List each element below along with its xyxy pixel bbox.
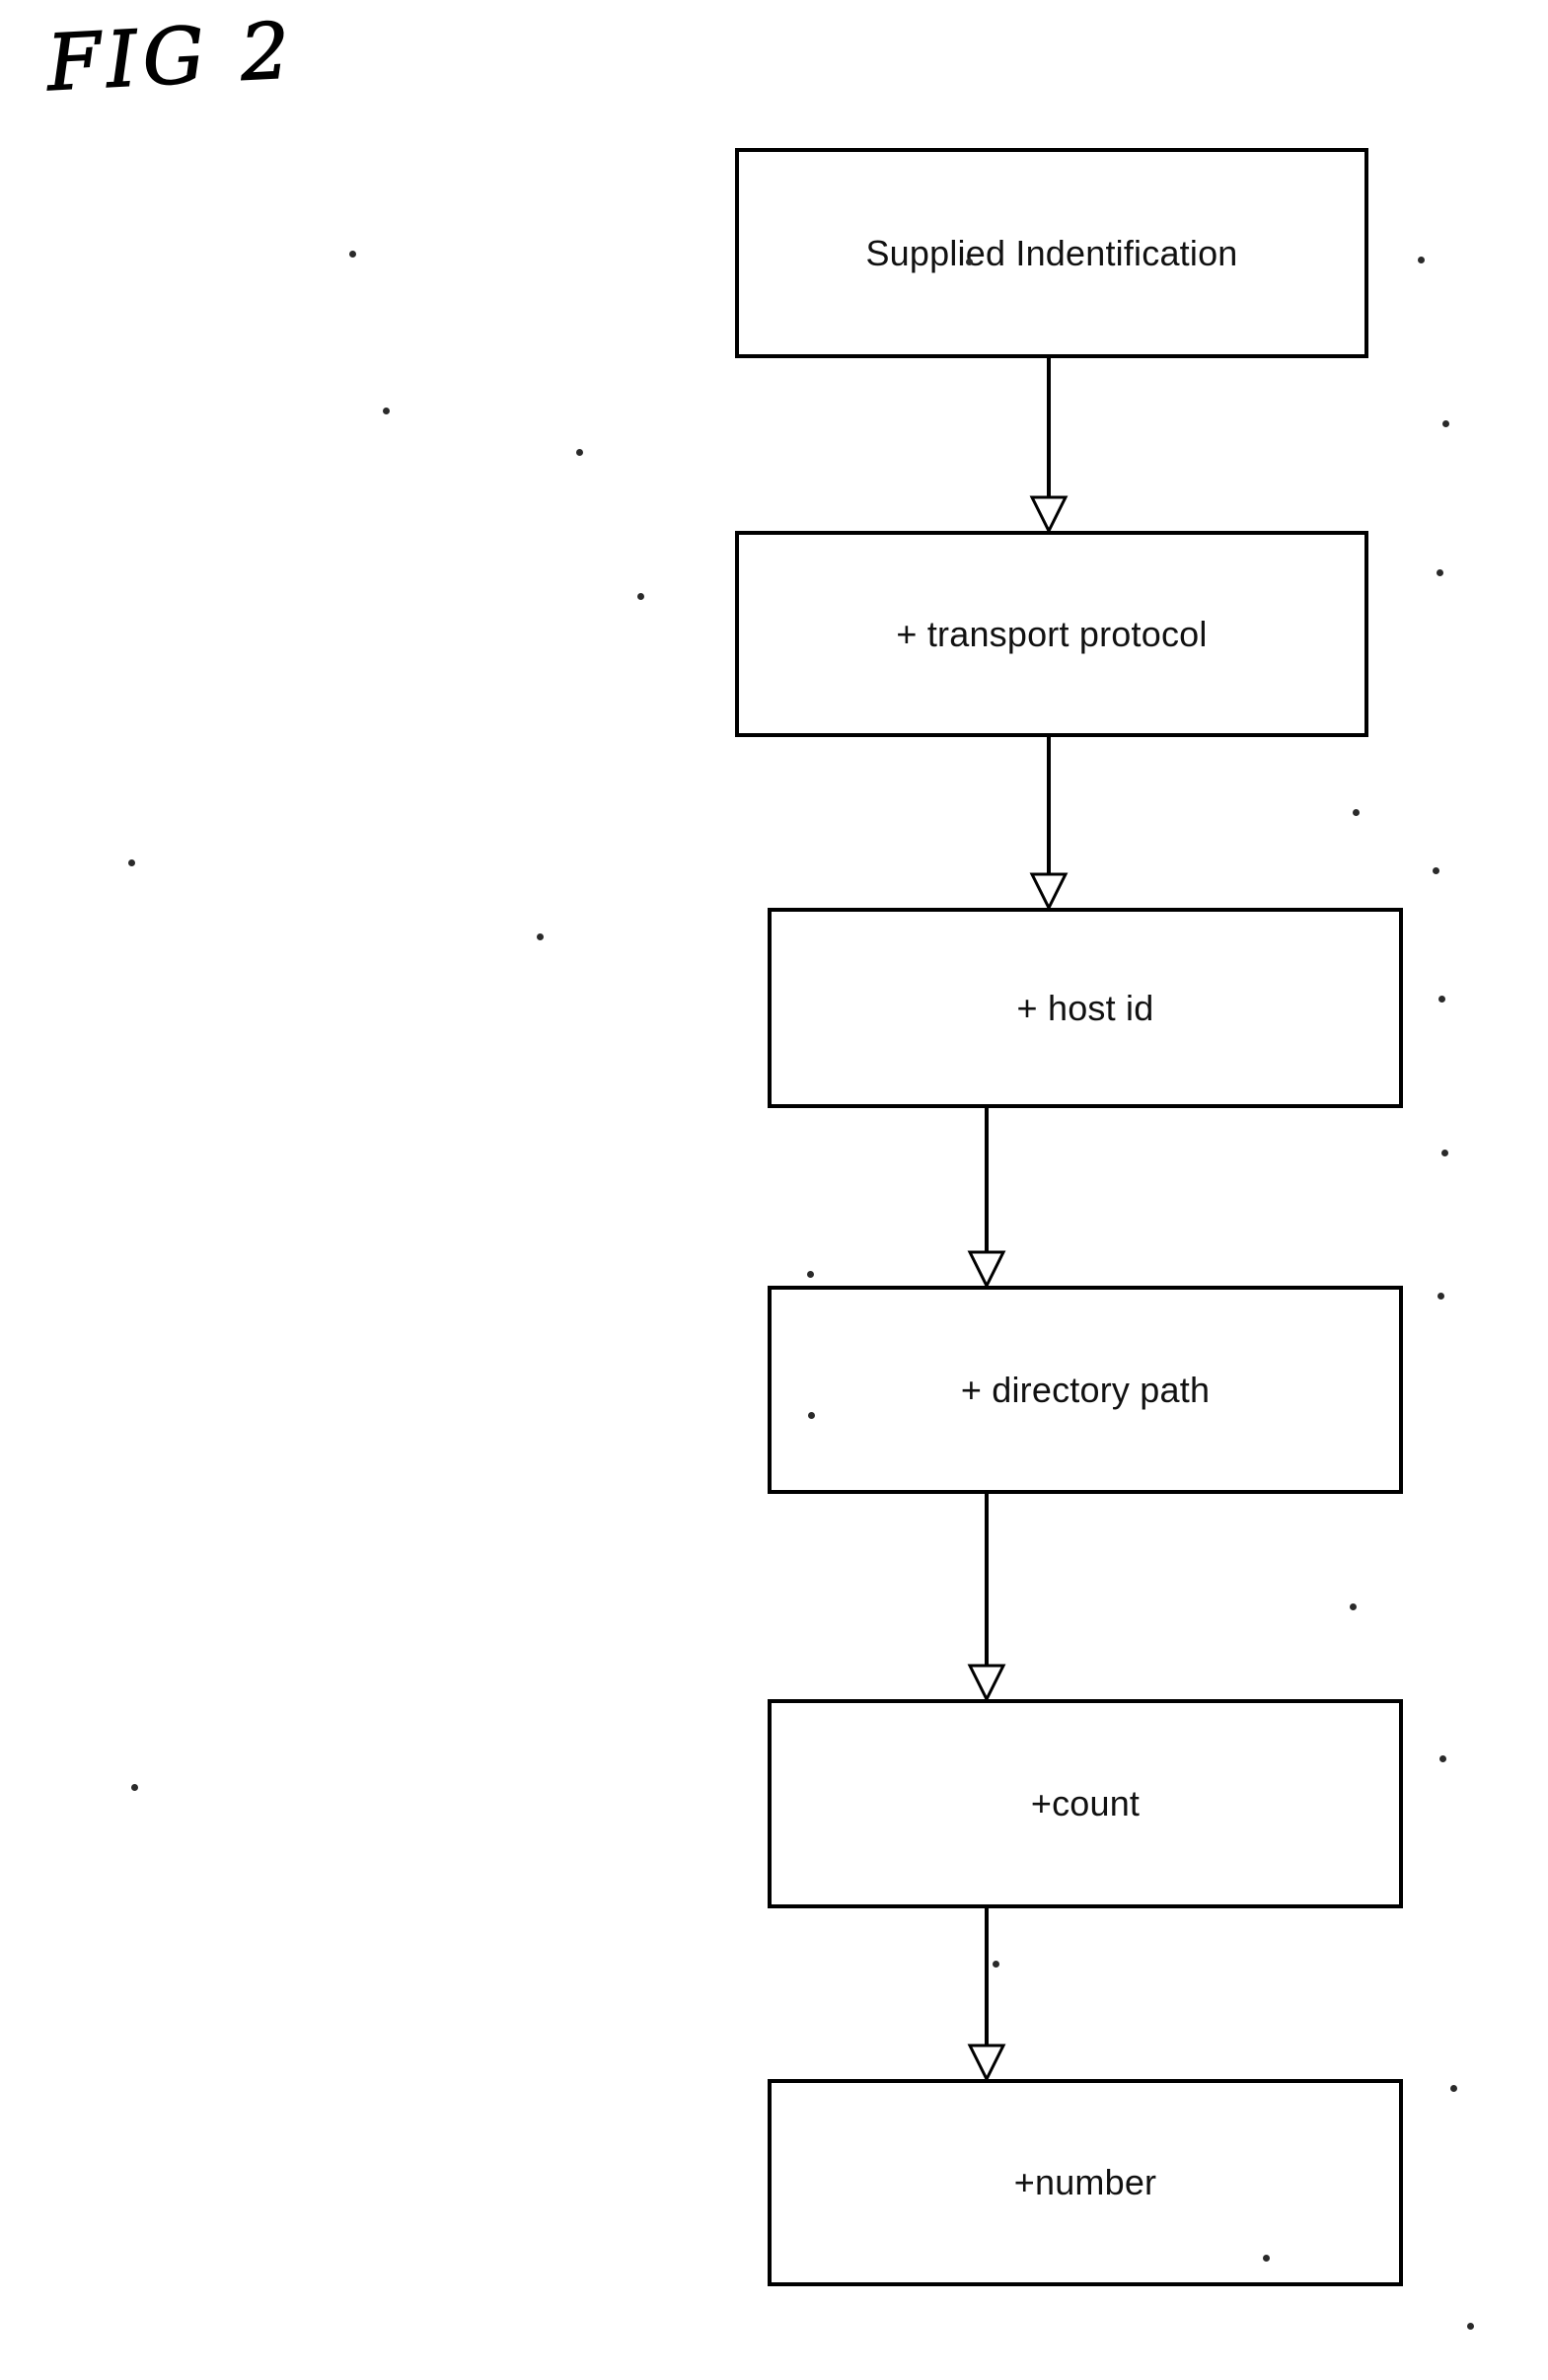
scan-speck xyxy=(1441,1150,1448,1156)
flow-node-directory-path[interactable]: + directory path xyxy=(768,1286,1403,1494)
arrow-graphic xyxy=(967,1108,1006,1290)
scan-speck xyxy=(993,1961,999,1968)
flow-arrow-3 xyxy=(966,1108,1007,1290)
scan-speck xyxy=(1418,257,1425,263)
figure-page: FIG 2 Supplied Indentification + transpo… xyxy=(0,0,1548,2380)
scan-speck xyxy=(1439,1755,1446,1762)
scan-speck xyxy=(1442,420,1449,427)
scan-speck xyxy=(1437,1293,1444,1300)
flow-node-label: + transport protocol xyxy=(896,613,1208,654)
flow-node-label: + host id xyxy=(1016,987,1154,1028)
flow-node-transport-protocol[interactable]: + transport protocol xyxy=(735,531,1368,737)
flow-node-host-id[interactable]: + host id xyxy=(768,908,1403,1108)
arrow-graphic xyxy=(1029,358,1069,535)
scan-speck xyxy=(807,1271,814,1278)
scan-speck xyxy=(1263,2255,1270,2262)
scan-speck xyxy=(128,859,135,866)
flow-node-count[interactable]: +count xyxy=(768,1699,1403,1908)
arrow-graphic xyxy=(967,1494,1006,1703)
flow-node-label: + directory path xyxy=(960,1369,1211,1410)
scan-speck xyxy=(1438,996,1445,1003)
flow-arrow-2 xyxy=(1028,737,1069,912)
scan-speck xyxy=(131,1784,138,1791)
flow-arrow-1 xyxy=(1028,358,1069,535)
figure-caption-handwritten: FIG 2 xyxy=(44,6,299,110)
scan-speck xyxy=(1450,2085,1457,2092)
scan-speck xyxy=(637,593,644,600)
arrow-graphic xyxy=(967,1908,1006,2083)
scan-speck xyxy=(383,408,390,414)
scan-speck xyxy=(576,449,583,456)
scan-speck xyxy=(537,933,544,940)
arrow-graphic xyxy=(1029,737,1069,912)
scan-speck xyxy=(1467,2323,1474,2330)
flow-node-number[interactable]: +number xyxy=(768,2079,1403,2286)
flow-arrow-5 xyxy=(966,1908,1007,2083)
scan-speck xyxy=(1433,867,1439,874)
flow-node-label: Supplied Indentification xyxy=(865,232,1238,273)
scan-speck xyxy=(808,1412,815,1419)
flow-node-label: +count xyxy=(1030,1783,1141,1823)
scan-speck xyxy=(1350,1603,1357,1610)
flow-node-supplied-identification[interactable]: Supplied Indentification xyxy=(735,148,1368,358)
scan-speck xyxy=(1437,569,1443,576)
scan-speck xyxy=(349,251,356,258)
flow-arrow-4 xyxy=(966,1494,1007,1703)
flow-node-label: +number xyxy=(1013,2162,1157,2202)
scan-speck xyxy=(966,259,973,265)
scan-speck xyxy=(1353,809,1360,816)
